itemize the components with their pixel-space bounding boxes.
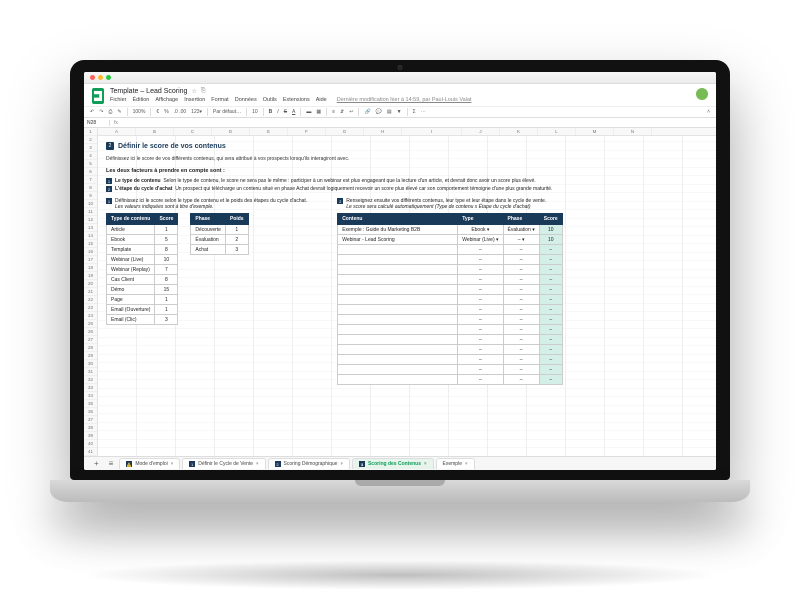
sheet-tab[interactable]: Exemple▾ (436, 458, 475, 469)
row-headers[interactable]: 1234567891011121314151617181920212223242… (84, 128, 98, 456)
decimals-button[interactable]: .0 .00 (174, 109, 187, 115)
filter-icon[interactable]: ▼ (397, 109, 402, 115)
menu-data[interactable]: Données (235, 97, 257, 103)
paint-format-icon[interactable]: ✎ (117, 109, 121, 115)
column-headers[interactable]: ABCDEFGHIJKLMN (98, 128, 716, 136)
more-formats-button[interactable]: 123▾ (191, 109, 202, 115)
more-icon[interactable]: ⋯ (421, 109, 426, 115)
browser-window: Template – Lead Scoring ☆ ⎘ Fichier Édit… (84, 72, 716, 470)
fx-icon: fx (110, 120, 122, 126)
borders-icon[interactable]: ▦ (316, 109, 321, 115)
menu-format[interactable]: Format (211, 97, 228, 103)
sheet-content[interactable]: 2 Définir le score de vos contenus Défin… (98, 136, 716, 456)
sheet-tabs: + ≡ ⚠️Mode d'emploi▾1Définir le Cycle de… (84, 456, 716, 470)
chart-icon[interactable]: ▤ (387, 109, 392, 115)
strike-button[interactable]: S (284, 109, 287, 115)
menu-edit[interactable]: Édition (133, 97, 150, 103)
drop-shadow (80, 560, 720, 590)
align-icon[interactable]: ≡ (332, 109, 335, 115)
valign-icon[interactable]: ⇵ (340, 109, 344, 115)
link-icon[interactable]: 🔗 (364, 109, 370, 115)
section-title: Définir le score de vos contenus (118, 143, 226, 150)
menu-bar: Fichier Édition Affichage Insertion Form… (110, 97, 471, 103)
content-scoring-table[interactable]: ContenuTypePhaseScoreExemple : Guide du … (337, 213, 562, 385)
add-sheet-button[interactable]: + (90, 459, 103, 468)
zoom-select[interactable]: 100% (133, 109, 146, 115)
sheet-tab[interactable]: ⚠️Mode d'emploi▾ (119, 458, 180, 469)
content-type-table[interactable]: Type de contenuScoreArticle1Ebook5Templa… (106, 213, 178, 325)
functions-icon[interactable]: Σ (413, 109, 416, 115)
italic-button[interactable]: I (277, 109, 278, 115)
menu-help[interactable]: Aide (316, 97, 327, 103)
avatar[interactable] (696, 88, 708, 100)
laptop-mockup: Template – Lead Scoring ☆ ⎘ Fichier Édit… (50, 60, 750, 540)
camera-dot (398, 65, 403, 70)
menu-view[interactable]: Affichage (155, 97, 178, 103)
right-panel-header: 2 Renseignez ensuite vos différents cont… (337, 198, 562, 210)
font-select[interactable]: Par défaut… (213, 109, 241, 115)
sheet-tab[interactable]: 2Scoring Démographique▾ (268, 458, 350, 469)
minimize-icon[interactable] (98, 75, 103, 80)
undo-icon[interactable]: ↶ (90, 109, 94, 115)
close-icon[interactable] (90, 75, 95, 80)
font-size-select[interactable]: 10 (252, 109, 258, 115)
section-subheading: Les deux facteurs à prendre en compte so… (106, 168, 708, 174)
percent-button[interactable]: % (164, 109, 168, 115)
section-intro: Définissez ici le score de vos différent… (106, 156, 708, 162)
menu-file[interactable]: Fichier (110, 97, 127, 103)
comment-icon[interactable]: 💬 (376, 109, 382, 115)
left-panel-header: 1 Définissez ici le score selon le type … (106, 198, 307, 210)
currency-button[interactable]: € (156, 109, 159, 115)
phase-weight-table[interactable]: PhasePoidsDécouverte1Évaluation2Achat3 (190, 213, 248, 255)
star-icon[interactable]: ☆ (191, 88, 196, 95)
document-title[interactable]: Template – Lead Scoring (110, 88, 187, 95)
menu-insert[interactable]: Insertion (184, 97, 205, 103)
bullet-1: 1 Le type de contenu Selon le type de co… (106, 178, 708, 184)
redo-icon[interactable]: ↷ (99, 109, 103, 115)
menu-tools[interactable]: Outils (263, 97, 277, 103)
all-sheets-button[interactable]: ≡ (105, 459, 118, 468)
sheet-tab[interactable]: 3Scoring des Contenus▾ (352, 458, 434, 469)
bullet-2: 2 L'étape du cycle d'achat Un prospect q… (106, 186, 708, 192)
text-color-button[interactable]: A (292, 109, 295, 115)
print-icon[interactable]: ⎙ (108, 109, 112, 115)
name-box[interactable]: N28 (84, 120, 110, 126)
maximize-icon[interactable] (106, 75, 111, 80)
menu-extensions[interactable]: Extensions (283, 97, 310, 103)
wrap-icon[interactable]: ↩ (349, 109, 353, 115)
sheets-logo-icon (92, 88, 104, 104)
bold-button[interactable]: B (269, 109, 273, 115)
fill-color-icon[interactable]: ▬ (306, 109, 311, 115)
window-titlebar (84, 72, 716, 84)
toolbar: ↶ ↷ ⎙ ✎ 100% € % .0 .00 123▾ Par défaut…… (84, 106, 716, 118)
collapse-toolbar-icon[interactable]: ˄ (707, 109, 710, 115)
section-badge: 2 (106, 142, 114, 150)
sheet-tab[interactable]: 1Définir le Cycle de Vente▾ (182, 458, 265, 469)
move-folder-icon[interactable]: ⎘ (201, 88, 206, 95)
last-edit-link[interactable]: Dernière modification hier à 14:59, par … (337, 97, 472, 103)
